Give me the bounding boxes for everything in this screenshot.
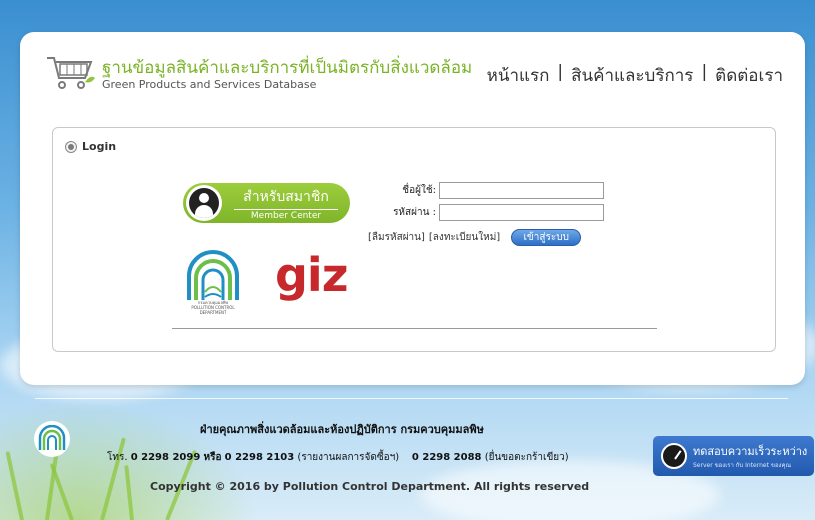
top-navigation: หน้าแรก | สินค้าและบริการ | ติดต่อเรา [487, 62, 783, 89]
phone-3: 0 2298 2088 [411, 452, 482, 463]
site-title-english: Green Products and Services Database [102, 78, 317, 91]
register-link[interactable]: [ลงทะเบียนใหม่] [429, 230, 500, 245]
member-center-badge: สำหรับสมาชิก Member Center [183, 183, 350, 223]
username-input[interactable] [439, 182, 604, 199]
speedtest-subtitle: Server ของเรา กับ Internet ของคุณ [693, 462, 792, 469]
user-avatar-icon [186, 185, 222, 221]
login-heading: Login [65, 140, 116, 153]
username-row: ชื่อผู้ใช้: [374, 182, 604, 199]
phone-1: 0 2298 2099 [130, 452, 201, 463]
member-badge-english: Member Center [250, 210, 322, 221]
phone-2: 0 2298 2103 [224, 452, 295, 463]
shopping-cart-icon[interactable] [45, 54, 95, 92]
footer-divider [35, 398, 788, 399]
footer-pcd-logo [34, 421, 70, 457]
nav-contact[interactable]: ติดต่อเรา [715, 62, 783, 89]
speedtest-button[interactable]: ทดสอบความเร็วระหว่าง Server ของเรา กับ I… [653, 436, 814, 476]
pcd-logo-caption: กรมควบคุมมลพิษ POLLUTION CONTROL DEPARTM… [191, 300, 235, 315]
footer-phone: โทร. 0 2298 2099 หรือ 0 2298 2103 (รายงา… [107, 452, 569, 463]
login-panel: Login สำหรับสมาชิก Member Center กรมควบค… [52, 127, 776, 352]
nav-separator: | [557, 62, 564, 82]
giz-logo: giz [275, 248, 348, 302]
password-label: รหัสผ่าน : [393, 207, 436, 218]
password-input[interactable] [439, 204, 604, 221]
speedtest-title: ทดสอบความเร็วระหว่าง [693, 445, 808, 458]
panel-divider [172, 328, 657, 329]
nav-products-services[interactable]: สินค้าและบริการ [571, 62, 693, 89]
username-label: ชื่อผู้ใช้: [402, 185, 436, 196]
nav-separator: | [701, 62, 708, 82]
forgot-password-link[interactable]: [ลืมรหัสผ่าน] [368, 230, 425, 245]
footer-copyright: Copyright © 2016 by Pollution Control De… [150, 480, 590, 493]
main-card: ฐานข้อมูลสินค้าและบริการที่เป็นมิตรกับสิ… [20, 32, 805, 385]
speedometer-icon [661, 443, 687, 469]
login-heading-text: Login [82, 140, 117, 153]
password-row: รหัสผ่าน : [374, 204, 604, 221]
radio-icon [65, 140, 77, 153]
login-button[interactable]: เข้าสู่ระบบ [511, 229, 582, 246]
login-links-row: [ลืมรหัสผ่าน] [ลงทะเบียนใหม่] เข้าสู่ระบ… [368, 229, 582, 246]
footer-department: ฝ่ายคุณภาพสิ่งแวดล้อมและห้องปฏิบัติการ ก… [200, 423, 484, 436]
nav-home[interactable]: หน้าแรก [487, 62, 550, 89]
member-badge-thai: สำหรับสมาชิก [243, 188, 329, 205]
site-title-thai: ฐานข้อมูลสินค้าและบริการที่เป็นมิตรกับสิ… [102, 58, 473, 78]
